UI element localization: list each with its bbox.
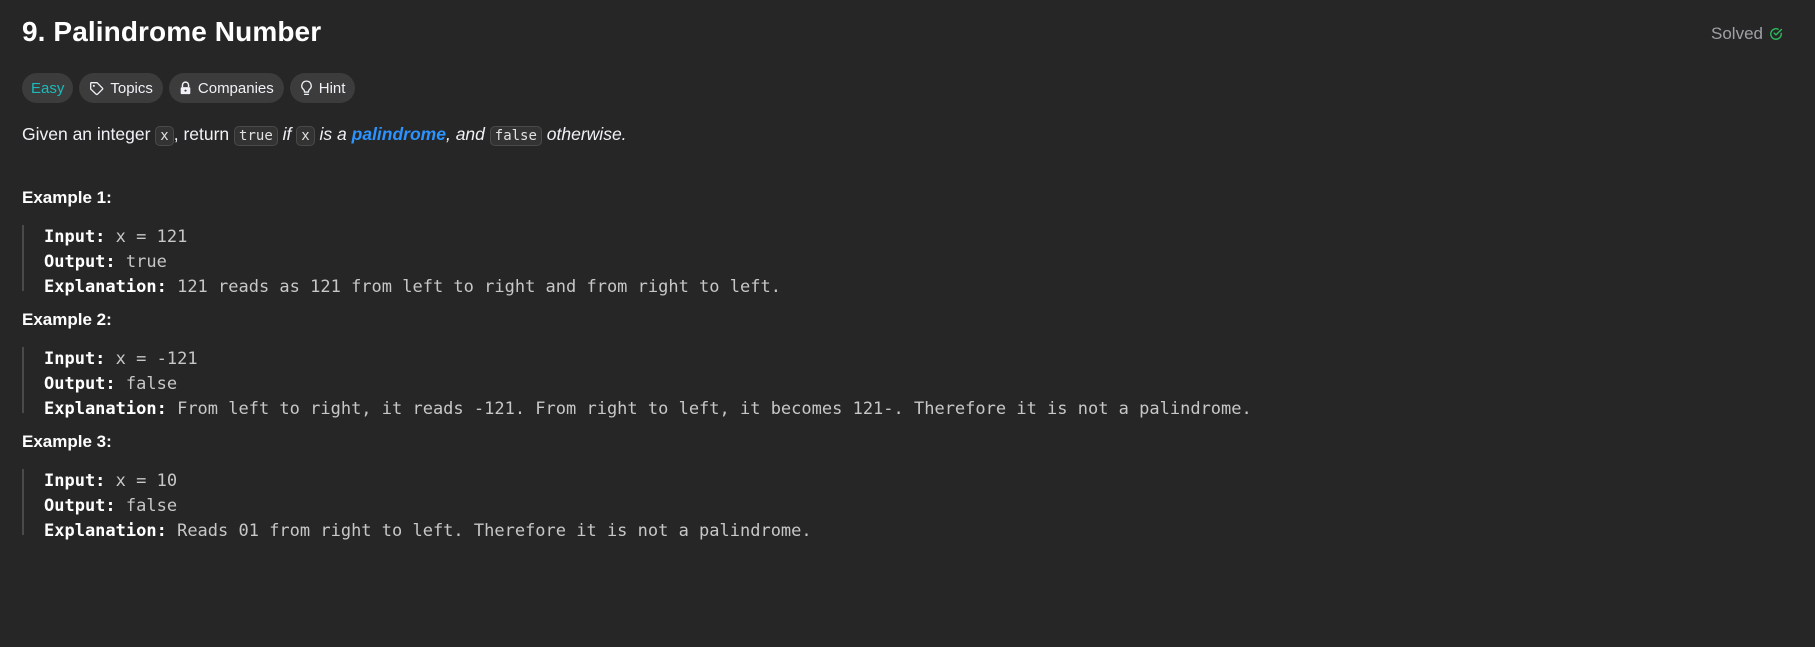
lock-icon: [179, 81, 192, 95]
example-title: Example 3:: [22, 432, 112, 451]
check-circle-icon: [1769, 27, 1783, 41]
statement-text: Given an integer: [22, 124, 156, 144]
topics-button[interactable]: Topics: [79, 73, 163, 103]
example-explanation: Explanation: 121 reads as 121 from left …: [44, 275, 781, 300]
problem-statement: Given an integer x, return true if x is …: [22, 124, 627, 146]
problem-header: 9. Palindrome Number Solved: [22, 0, 1793, 70]
difficulty-badge[interactable]: Easy: [22, 73, 74, 103]
example-block: Input: x = 10 Output: false Explanation:…: [22, 469, 812, 541]
output-value: false: [125, 374, 178, 394]
input-label: Input:: [44, 349, 106, 369]
input-value: x = 121: [115, 227, 188, 247]
statement-text: otherwise.: [541, 124, 627, 144]
companies-label: Companies: [197, 79, 274, 97]
example-block: Input: x = 121 Output: true Explanation:…: [22, 225, 781, 297]
difficulty-label: Easy: [31, 79, 65, 97]
problem-title[interactable]: 9. Palindrome Number: [22, 16, 321, 48]
input-value: x = -121: [115, 349, 198, 369]
companies-button[interactable]: Companies: [168, 73, 284, 103]
explanation-value: 121 reads as 121 from left to right and …: [177, 277, 781, 297]
explanation-label: Explanation:: [44, 277, 167, 297]
explanation-label: Explanation:: [44, 521, 167, 541]
explanation-value: Reads 01 from right to left. Therefore i…: [177, 521, 812, 541]
palindrome-link[interactable]: palindrome: [352, 124, 446, 144]
example-output: Output: false: [44, 494, 812, 519]
example-explanation: Explanation: Reads 01 from right to left…: [44, 519, 812, 544]
example-input: Input: x = 10: [44, 469, 812, 494]
lightbulb-icon: [300, 80, 313, 96]
hint-label: Hint: [318, 79, 346, 97]
problem-description-panel: 9. Palindrome Number Solved Easy Topics: [0, 0, 1815, 647]
example-title: Example 1:: [22, 188, 112, 207]
solved-status: Solved: [1711, 24, 1783, 44]
explanation-value: From left to right, it reads -121. From …: [177, 399, 1252, 419]
statement-text: is a: [314, 124, 352, 144]
output-value: false: [125, 496, 178, 516]
example-block: Input: x = -121 Output: false Explanatio…: [22, 347, 1252, 419]
example-output: Output: true: [44, 250, 781, 275]
example-title: Example 2:: [22, 310, 112, 329]
example-explanation: Explanation: From left to right, it read…: [44, 397, 1252, 422]
topics-label: Topics: [110, 79, 153, 97]
solved-label: Solved: [1711, 24, 1763, 43]
example-input: Input: x = 121: [44, 225, 781, 250]
explanation-label: Explanation:: [44, 399, 167, 419]
output-label: Output:: [44, 252, 116, 272]
example-input: Input: x = -121: [44, 347, 1252, 372]
input-value: x = 10: [115, 471, 178, 491]
inline-code: x: [155, 126, 174, 146]
statement-text: , return: [173, 124, 235, 144]
statement-text: , and: [445, 124, 490, 144]
input-label: Input:: [44, 227, 106, 247]
input-label: Input:: [44, 471, 106, 491]
output-label: Output:: [44, 374, 116, 394]
inline-code: true: [234, 126, 278, 146]
output-label: Output:: [44, 496, 116, 516]
output-value: true: [125, 252, 167, 272]
statement-text: if: [277, 124, 297, 144]
inline-code: x: [296, 126, 315, 146]
tag-icon: [89, 81, 104, 96]
hint-button[interactable]: Hint: [289, 73, 356, 103]
example-output: Output: false: [44, 372, 1252, 397]
inline-code: false: [489, 126, 542, 146]
tag-row: Easy Topics Companies Hint: [22, 73, 356, 103]
